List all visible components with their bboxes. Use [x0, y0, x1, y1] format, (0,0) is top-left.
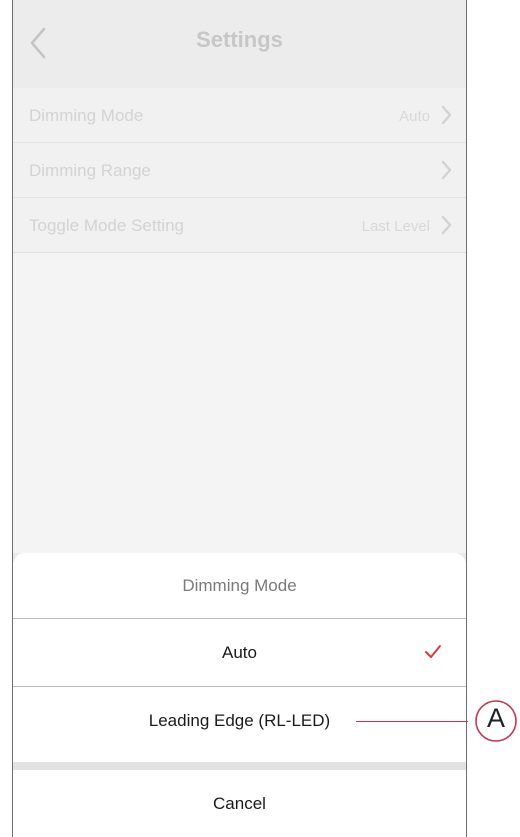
- option-label: Leading Edge (RL-LED): [148, 711, 331, 730]
- nav-header: Settings: [13, 0, 466, 88]
- chevron-right-icon: [441, 160, 452, 180]
- callout-letter: A: [486, 703, 505, 733]
- setting-row-dimming-mode[interactable]: Dimming Mode Auto: [13, 88, 466, 143]
- cancel-label: Cancel: [213, 794, 266, 813]
- dimmed-background[interactable]: [13, 253, 466, 553]
- settings-list: Dimming Mode Auto Dimming Range Toggle M…: [13, 88, 466, 253]
- setting-label: Dimming Range: [29, 161, 151, 180]
- option-leading-edge[interactable]: Leading Edge (RL-LED): [13, 687, 466, 762]
- page-title: Settings: [196, 27, 283, 52]
- action-sheet-separator: [13, 762, 466, 770]
- setting-label: Toggle Mode Setting: [29, 216, 184, 235]
- setting-value: Auto: [399, 108, 430, 125]
- option-label: Auto: [222, 643, 257, 662]
- chevron-right-icon: [441, 215, 452, 235]
- setting-row-dimming-range[interactable]: Dimming Range: [13, 143, 466, 198]
- callout-leader-line: [356, 721, 468, 722]
- action-sheet-title: Dimming Mode: [13, 553, 466, 619]
- action-sheet-options: Dimming Mode Auto Leading Edge (RL-LED): [13, 553, 466, 762]
- action-sheet: Dimming Mode Auto Leading Edge (RL-LED) …: [13, 553, 466, 837]
- checkmark-icon: [425, 645, 441, 658]
- setting-value: Last Level: [361, 218, 430, 235]
- phone-screen: Settings Dimming Mode Auto Dimming Range…: [12, 0, 467, 837]
- option-auto[interactable]: Auto: [13, 619, 466, 687]
- setting-row-toggle-mode[interactable]: Toggle Mode Setting Last Level: [13, 198, 466, 253]
- setting-label: Dimming Mode: [29, 106, 144, 125]
- chevron-right-icon: [441, 105, 452, 125]
- action-sheet-title-text: Dimming Mode: [182, 576, 297, 595]
- cancel-button[interactable]: Cancel: [13, 770, 466, 837]
- page: Settings Dimming Mode Auto Dimming Range…: [0, 0, 520, 837]
